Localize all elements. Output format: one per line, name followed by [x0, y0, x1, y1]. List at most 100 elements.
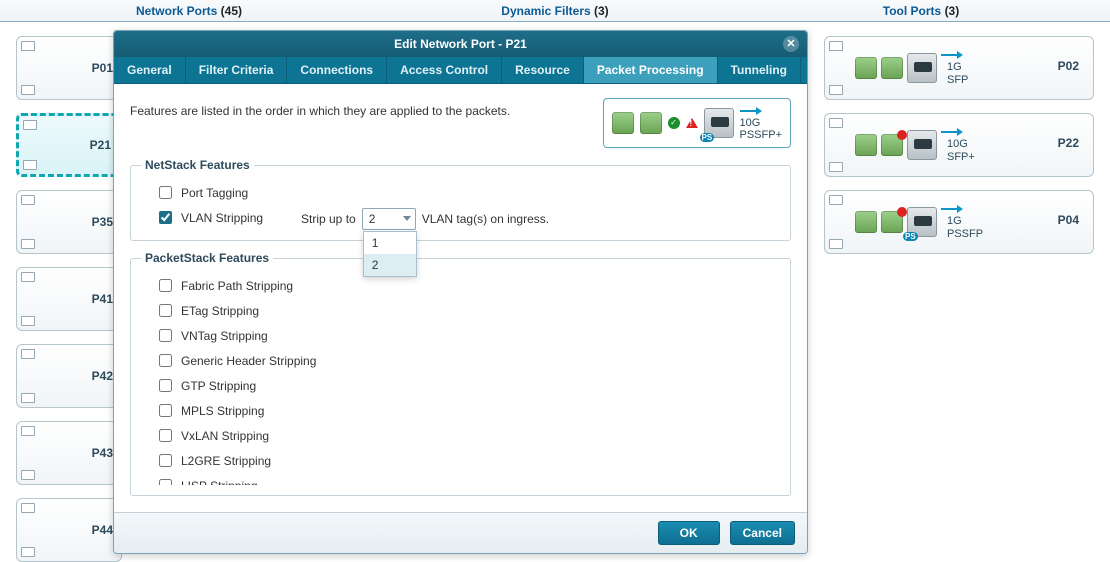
- port-card-p43[interactable]: P43: [16, 421, 122, 485]
- feat-label: Fabric Path Stripping: [181, 279, 293, 293]
- chip-icon: [640, 112, 662, 134]
- feat-label: VxLAN Stripping: [181, 429, 269, 443]
- close-button[interactable]: ✕: [783, 36, 799, 52]
- header-network-label: Network Ports: [136, 4, 217, 18]
- chip-icon: [855, 57, 877, 79]
- tab-filter-criteria[interactable]: Filter Criteria: [186, 57, 288, 83]
- port-card-p44[interactable]: P44: [16, 498, 122, 562]
- device-icon: [829, 85, 843, 95]
- header-network-count: (45): [221, 4, 242, 18]
- header-network-ports: Network Ports (45): [6, 4, 372, 18]
- feat-label: LISP Stripping: [181, 479, 258, 486]
- netstack-features-fieldset: NetStack Features Port Tagging VLAN Stri…: [130, 158, 791, 241]
- etag-stripping-checkbox[interactable]: [159, 304, 172, 317]
- port-card-p01[interactable]: P01: [16, 36, 122, 100]
- flag-icon: [23, 120, 37, 130]
- device-icon: [21, 393, 35, 403]
- feat-label: Generic Header Stripping: [181, 354, 316, 368]
- port-card-p02[interactable]: 1G SFP P02: [824, 36, 1094, 100]
- network-port-list: P01 P21 P35 P41 P42 P43 P44: [16, 36, 122, 562]
- feat-label: MPLS Stripping: [181, 404, 264, 418]
- thumb-speed: 10G: [740, 117, 783, 129]
- l2gre-stripping-checkbox[interactable]: [159, 454, 172, 467]
- header-filters-label: Dynamic Filters: [501, 4, 590, 18]
- port-id: P35: [92, 215, 113, 229]
- column-header-bar: Network Ports (45) Dynamic Filters (3) T…: [0, 0, 1110, 22]
- port-tagging-checkbox[interactable]: [159, 186, 172, 199]
- port-id: P04: [1058, 213, 1079, 227]
- port-card-p35[interactable]: P35: [16, 190, 122, 254]
- port-speed: 10G: [947, 138, 975, 151]
- feat-label: VNTag Stripping: [181, 329, 268, 343]
- header-tool-ports: Tool Ports (3): [738, 4, 1104, 18]
- generic-header-stripping-checkbox[interactable]: [159, 354, 172, 367]
- dialog-body: Features are listed in the order in whic…: [114, 84, 807, 512]
- port-id: P21: [90, 138, 111, 152]
- port-id: P43: [92, 446, 113, 460]
- direction-arrow-icon: [941, 126, 965, 138]
- vntag-stripping-checkbox[interactable]: [159, 329, 172, 342]
- cancel-button[interactable]: Cancel: [730, 521, 795, 545]
- vlan-stripping-checkbox[interactable]: [159, 211, 172, 224]
- direction-arrow-icon: [941, 49, 965, 61]
- ok-button[interactable]: OK: [658, 521, 720, 545]
- flag-icon: [21, 41, 35, 51]
- port-card-p22[interactable]: 10G SFP+ P22: [824, 113, 1094, 177]
- strip-count-dropdown[interactable]: 2 1 2: [362, 208, 416, 230]
- device-icon: [21, 85, 35, 95]
- packetstack-features-fieldset: PacketStack Features Fabric Path Strippi…: [130, 251, 791, 496]
- port-card-p04[interactable]: 1G PSSFP P04: [824, 190, 1094, 254]
- packetstack-scroll[interactable]: Fabric Path Stripping ETag Stripping VNT…: [141, 273, 780, 485]
- device-icon: [21, 239, 35, 249]
- vlan-stripping-label: VLAN Stripping: [181, 211, 263, 225]
- device-icon: [21, 547, 35, 557]
- port-card-p21[interactable]: P21: [16, 113, 122, 177]
- tool-port-list: 1G SFP P02 10G SFP+ P22: [824, 36, 1094, 254]
- strip-value: 2: [369, 212, 376, 226]
- chip-icon: [855, 134, 877, 156]
- strip-option-1[interactable]: 1: [364, 232, 416, 254]
- port-id: P41: [92, 292, 113, 306]
- gtp-stripping-checkbox[interactable]: [159, 379, 172, 392]
- port-speed: 1G: [947, 61, 968, 74]
- vxlan-stripping-checkbox[interactable]: [159, 429, 172, 442]
- port-speed: 1G: [947, 215, 983, 228]
- tab-packet-processing[interactable]: Packet Processing: [584, 57, 718, 83]
- tab-resource[interactable]: Resource: [502, 57, 584, 83]
- dialog-title: Edit Network Port - P21: [394, 37, 527, 51]
- tab-access-control[interactable]: Access Control: [387, 57, 502, 83]
- strip-option-2[interactable]: 2: [364, 254, 416, 276]
- port-card-p41[interactable]: P41: [16, 267, 122, 331]
- lisp-stripping-checkbox[interactable]: [159, 479, 172, 485]
- netstack-legend: NetStack Features: [141, 158, 254, 172]
- port-sfp: PSSFP: [947, 228, 983, 241]
- direction-arrow-icon: [740, 105, 764, 117]
- jack-icon: [907, 53, 937, 83]
- flag-icon: [829, 41, 843, 51]
- direction-arrow-icon: [941, 203, 965, 215]
- device-icon: [21, 316, 35, 326]
- flag-icon: [21, 426, 35, 436]
- port-id: P02: [1058, 59, 1079, 73]
- port-id: P22: [1058, 136, 1079, 150]
- feat-label: GTP Stripping: [181, 379, 256, 393]
- chip-warn-icon: [881, 211, 903, 233]
- feat-label: ETag Stripping: [181, 304, 259, 318]
- feature-order-info: Features are listed in the order in whic…: [130, 104, 510, 118]
- edit-network-port-dialog: Edit Network Port - P21 ✕ General Filter…: [113, 30, 808, 554]
- tab-connections[interactable]: Connections: [287, 57, 387, 83]
- port-id: P01: [92, 61, 113, 75]
- chip-icon: [881, 57, 903, 79]
- strip-suffix: VLAN tag(s) on ingress.: [422, 212, 549, 226]
- port-card-p42[interactable]: P42: [16, 344, 122, 408]
- flag-icon: [21, 349, 35, 359]
- chip-icon: [855, 211, 877, 233]
- fabric-path-stripping-checkbox[interactable]: [159, 279, 172, 292]
- tab-general[interactable]: General: [114, 57, 186, 83]
- device-icon: [829, 239, 843, 249]
- tab-tunneling[interactable]: Tunneling: [718, 57, 801, 83]
- port-id: P42: [92, 369, 113, 383]
- dialog-title-bar: Edit Network Port - P21 ✕: [114, 31, 807, 57]
- port-tagging-label: Port Tagging: [181, 186, 248, 200]
- mpls-stripping-checkbox[interactable]: [159, 404, 172, 417]
